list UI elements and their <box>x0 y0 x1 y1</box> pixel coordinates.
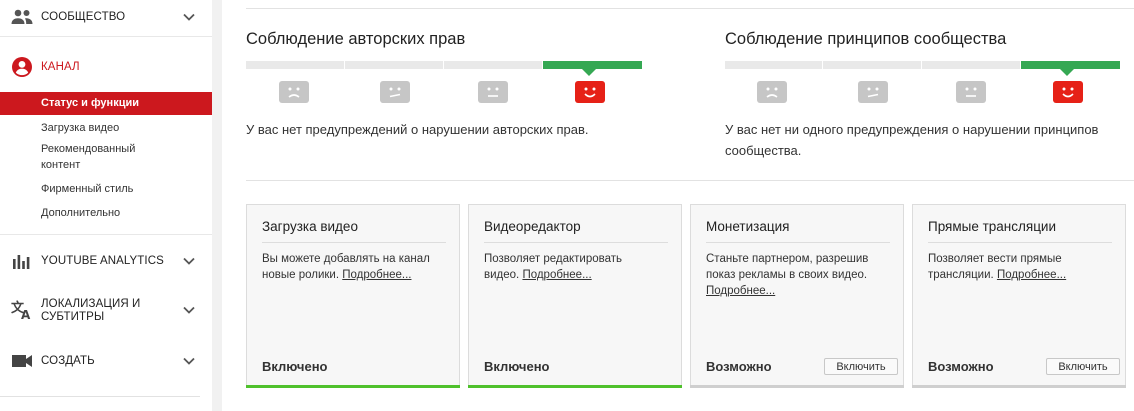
label-line: СУБТИТРЫ <box>41 311 105 323</box>
neutral-face-icon <box>956 81 986 103</box>
sidebar-item-featured-content[interactable]: Рекомендованный контент <box>0 142 212 172</box>
desc-line: Вы можете добавлять на канал <box>262 253 430 265</box>
copyright-strikes-title: Соблюдение авторских прав <box>246 30 466 48</box>
sidebar-item-status-features[interactable]: Статус и функции <box>0 92 212 115</box>
feature-status: Возможно <box>706 359 772 374</box>
desc-line: Позволяет вести прямые <box>928 253 1062 265</box>
divider <box>0 234 212 235</box>
feature-card-monetization: Монетизация Станьте партнером, разрешив … <box>690 204 904 388</box>
copyright-strikes-message: У вас нет предупреждений о нарушении авт… <box>246 122 589 137</box>
chevron-down-icon[interactable] <box>181 253 197 269</box>
sidebar-item-upload[interactable]: Загрузка видео <box>0 121 212 135</box>
community-strikes-message: У вас нет ни одного предупреждения о нар… <box>725 119 1098 161</box>
chevron-down-icon[interactable] <box>181 302 197 318</box>
feature-status: Возможно <box>928 359 994 374</box>
message-line: У вас нет ни одного предупреждения о нар… <box>725 122 1099 137</box>
status-bar-enabled <box>468 385 682 388</box>
strike-bar-segment <box>922 61 1020 69</box>
divider <box>246 180 1134 181</box>
sidebar-item-advanced[interactable]: Дополнительно <box>0 206 212 220</box>
sidebar-gutter <box>212 0 222 411</box>
desc-line: новые ролики. <box>262 269 340 281</box>
strike-bar-segment <box>725 61 822 69</box>
sidebar-item-label: контент <box>41 159 81 171</box>
svg-text:A: A <box>21 308 31 320</box>
learn-more-link[interactable]: Подробнее... <box>342 269 411 281</box>
translate-icon: 文A <box>10 298 34 322</box>
learn-more-link[interactable]: Подробнее... <box>706 285 775 297</box>
sidebar-section-label: СОЗДАТЬ <box>41 354 95 367</box>
strike-indicator-arrow <box>1060 69 1074 76</box>
feature-card-title: Прямые трансляции <box>928 219 1057 234</box>
desc-line: видео. <box>484 269 520 281</box>
people-icon <box>10 5 34 29</box>
main-content: Соблюдение авторских прав У вас нет пред… <box>222 0 1134 411</box>
strike-indicator-arrow <box>582 69 596 76</box>
status-bar-available <box>690 385 904 388</box>
sidebar-section-create[interactable]: СОЗДАТЬ <box>0 350 212 372</box>
feature-card-upload: Загрузка видео Вы можете добавлять на ка… <box>246 204 460 388</box>
learn-more-link[interactable]: Подробнее... <box>997 269 1066 281</box>
feature-card-live-streaming: Прямые трансляции Позволяет вести прямые… <box>912 204 1126 388</box>
strike-bar-segment <box>246 61 344 69</box>
desc-line: трансляции. <box>928 269 994 281</box>
feature-card-description: Позволяет вести прямые трансляции. Подро… <box>928 251 1118 283</box>
feature-card-video-editor: Видеоредактор Позволяет редактировать ви… <box>468 204 682 388</box>
sidebar-section-localization[interactable]: 文A ЛОКАЛИЗАЦИЯ И СУБТИТРЫ <box>0 296 212 324</box>
sad-face-icon <box>279 81 309 103</box>
sidebar-item-label: Рекомендованный <box>41 143 136 155</box>
sidebar-section-label: СООБЩЕСТВО <box>41 10 126 23</box>
message-line: сообщества. <box>725 143 802 158</box>
divider <box>484 242 668 243</box>
feature-card-title: Загрузка видео <box>262 219 358 234</box>
divider <box>262 242 446 243</box>
desc-line: Позволяет редактировать <box>484 253 623 265</box>
sad-face-icon <box>757 81 787 103</box>
sidebar-section-label: КАНАЛ <box>41 60 80 73</box>
sidebar: СООБЩЕСТВО КАНАЛ Статус и функции Загруз… <box>0 0 212 411</box>
happy-face-icon <box>1053 81 1083 103</box>
sidebar-item-branding[interactable]: Фирменный стиль <box>0 182 212 196</box>
feature-card-title: Монетизация <box>706 219 790 234</box>
feature-card-description: Станьте партнером, разрешив показ реклам… <box>706 251 896 299</box>
sidebar-section-community[interactable]: СООБЩЕСТВО <box>0 6 212 28</box>
meh-face-icon <box>380 81 410 103</box>
community-strikes-title: Соблюдение принципов сообщества <box>725 30 1007 48</box>
sidebar-section-label: YOUTUBE ANALYTICS <box>41 254 164 267</box>
divider <box>928 242 1112 243</box>
sidebar-section-channel[interactable]: КАНАЛ <box>0 56 212 78</box>
strike-bar-segment <box>823 61 921 69</box>
desc-line: показ рекламы в своих видео. <box>706 269 868 281</box>
enable-monetization-button[interactable]: Включить <box>824 358 898 375</box>
sidebar-section-label: ЛОКАЛИЗАЦИЯ И СУБТИТРЫ <box>41 298 140 324</box>
meh-face-icon <box>858 81 888 103</box>
divider <box>706 242 890 243</box>
status-bar-enabled <box>246 385 460 388</box>
feature-status: Включено <box>262 359 328 374</box>
status-bar-available <box>912 385 1126 388</box>
desc-line: Станьте партнером, разрешив <box>706 253 869 265</box>
feature-card-description: Позволяет редактировать видео. Подробнее… <box>484 251 674 283</box>
enable-live-streaming-button[interactable]: Включить <box>1046 358 1120 375</box>
strike-bar-segment-active <box>543 61 642 69</box>
feature-card-title: Видеоредактор <box>484 219 581 234</box>
account-circle-icon <box>10 55 34 79</box>
strike-bar-segment-active <box>1021 61 1120 69</box>
neutral-face-icon <box>478 81 508 103</box>
video-camera-icon <box>10 349 34 373</box>
label-line: ЛОКАЛИЗАЦИЯ И <box>41 298 141 310</box>
divider <box>0 36 212 37</box>
divider <box>0 396 200 397</box>
divider <box>246 8 1134 9</box>
learn-more-link[interactable]: Подробнее... <box>522 269 591 281</box>
strike-bar-segment <box>444 61 542 69</box>
sidebar-section-analytics[interactable]: YOUTUBE ANALYTICS <box>0 250 212 272</box>
strike-bar-segment <box>345 61 443 69</box>
bar-chart-icon <box>10 249 34 273</box>
feature-status: Включено <box>484 359 550 374</box>
feature-card-description: Вы можете добавлять на канал новые ролик… <box>262 251 452 283</box>
happy-face-icon <box>575 81 605 103</box>
chevron-down-icon[interactable] <box>181 9 197 25</box>
chevron-down-icon[interactable] <box>181 353 197 369</box>
